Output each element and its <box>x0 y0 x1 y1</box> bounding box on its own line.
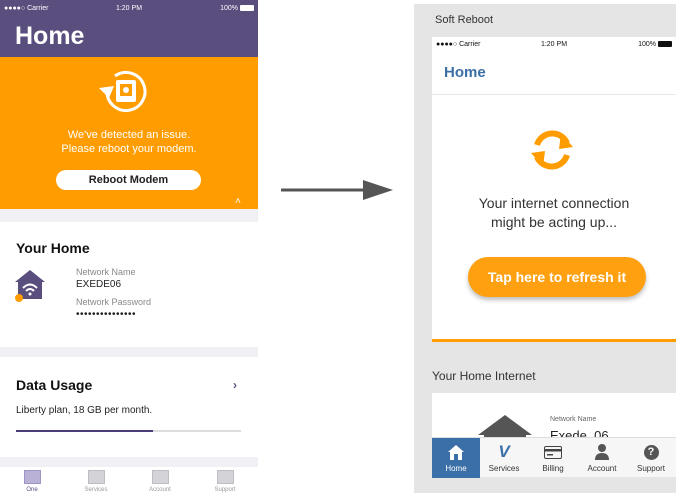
app-header: Home <box>432 51 676 95</box>
tab-account[interactable]: Account <box>578 438 626 478</box>
tab-placeholder-icon <box>87 470 105 484</box>
modem-restart-icon <box>99 71 147 112</box>
tab-account[interactable]: Account <box>140 470 180 493</box>
your-home-title: Your Home <box>16 240 90 256</box>
tab-placeholder-icon <box>216 470 234 484</box>
page-title: Home <box>444 64 486 81</box>
billing-card-icon <box>544 445 562 459</box>
network-name-value: EXEDE06 <box>76 279 122 290</box>
chevron-right-icon[interactable]: › <box>233 378 237 392</box>
tab-one[interactable]: One <box>12 470 52 493</box>
plan-description: Liberty plan, 18 GB per month. <box>16 405 153 416</box>
status-bar: ●●●●○ Carrier 1:20 PM 100% <box>0 0 258 16</box>
status-time: 1:20 PM <box>115 4 143 12</box>
support-question-icon: ? <box>643 444 659 460</box>
usage-progress-fill <box>16 430 154 432</box>
tab-support[interactable]: ? Support <box>627 438 675 478</box>
tab-services[interactable]: Services <box>76 470 116 493</box>
tab-home[interactable]: Home <box>432 438 480 478</box>
connection-message: Your internet connection might be acting… <box>478 195 630 230</box>
data-usage-title: Data Usage <box>16 377 93 393</box>
status-bar: ●●●●○ Carrier 1:20 PM 100% <box>432 37 676 51</box>
tab-billing[interactable]: Billing <box>529 438 577 478</box>
network-password-value: ••••••••••••••• <box>76 309 137 320</box>
transition-arrow-icon <box>281 180 393 200</box>
before-screen: ●●●●○ Carrier 1:20 PM 100% Home We've de… <box>0 0 258 504</box>
network-name-label: Network Name <box>76 267 136 277</box>
tab-support[interactable]: Support <box>205 470 245 493</box>
tab-bar: One Services Account Support <box>0 467 258 504</box>
network-name-label: Network Name <box>550 416 597 423</box>
refresh-icon <box>531 130 573 170</box>
connection-status-panel: Your internet connection might be acting… <box>432 95 676 342</box>
section-title: Your Home Internet <box>432 369 536 383</box>
issue-alert-panel: We've detected an issue. Please reboot y… <box>0 57 258 209</box>
account-person-icon <box>595 444 609 460</box>
services-v-icon: V <box>498 442 510 461</box>
network-password-label: Network Password <box>76 297 152 307</box>
home-icon <box>448 444 464 460</box>
collapse-caret-icon[interactable]: ˄ <box>235 196 241 207</box>
tab-bar: Home V Services Billing Account ? Suppor… <box>432 437 676 478</box>
refresh-button[interactable]: Tap here to refresh it <box>468 257 646 297</box>
tab-placeholder-icon <box>23 470 41 484</box>
tab-services[interactable]: V Services <box>480 438 528 478</box>
after-screen: Soft Reboot ●●●●○ Carrier 1:20 PM 100% H… <box>414 4 676 493</box>
home-wifi-icon <box>15 270 45 302</box>
reboot-modem-button[interactable]: Reboot Modem <box>56 170 201 190</box>
usage-progress-bar <box>16 430 241 432</box>
app-header: Home <box>0 16 258 57</box>
page-title: Home <box>15 22 85 50</box>
alert-message: We've detected an issue. Please reboot y… <box>61 129 197 155</box>
screen-caption: Soft Reboot <box>435 14 494 26</box>
tab-placeholder-icon <box>151 470 169 484</box>
status-time: 1:20 PM <box>540 40 568 48</box>
